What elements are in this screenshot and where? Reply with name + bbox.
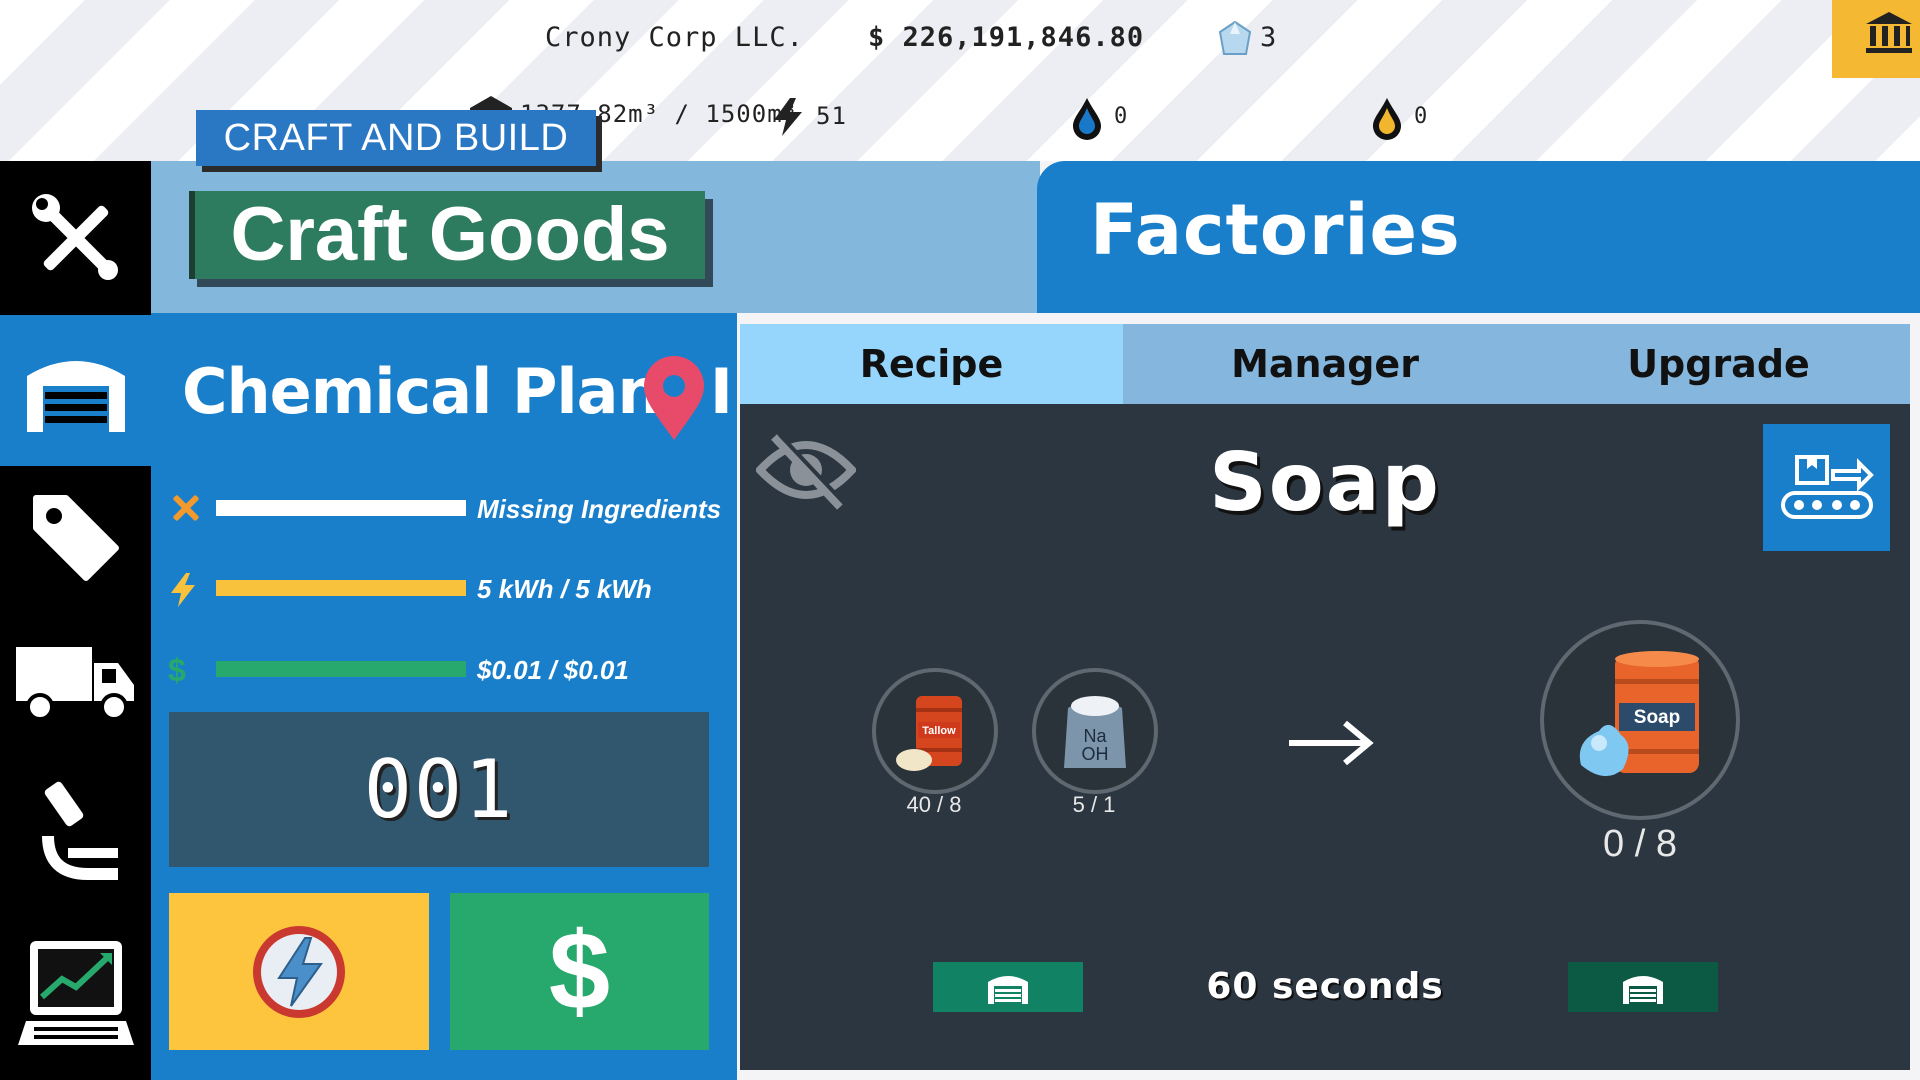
output-warehouse-button[interactable] [1568,962,1718,1012]
panel-title: Factories [1090,189,1461,271]
production-counter: 001 [363,743,515,836]
ingredient-slot[interactable]: Tallow [872,668,998,794]
energy-icon [770,96,806,142]
crafting-status-icon [168,490,204,534]
money-balance: $ 226,191,846.80 [868,22,1145,53]
bank-icon [1866,12,1912,53]
power-label: 5 kWh / 5 kWh [477,574,652,604]
power-icon [168,572,198,616]
output-name: Soap [1634,707,1680,728]
tallow-barrel-icon: Tallow [896,696,962,771]
output-slot[interactable]: Soap [1540,620,1740,820]
svg-text:Na: Na [1083,726,1107,746]
microscope-icon [41,781,118,880]
stopwatch-lightning-icon [253,925,345,1018]
ingredient-name: Tallow [922,725,956,737]
gem-icon [1218,20,1252,62]
cost-icon: $ [168,652,186,688]
crafting-status-bar [216,500,466,516]
company-name: Crony Corp LLC. [545,22,804,53]
product-name: Soap [1209,436,1441,529]
price-tag-icon [32,495,119,581]
bar-fill [216,580,466,596]
nav-craft[interactable] [0,161,151,315]
tab-recipe[interactable]: Recipe [740,324,1123,404]
warehouse-icon [1623,976,1663,1004]
location-pin-icon[interactable] [640,356,708,446]
hide-button[interactable] [754,425,858,515]
cost-bar [216,661,466,677]
water-count: 0 [1114,104,1129,129]
oil-drop-icon [1370,96,1404,144]
nav-factories[interactable] [0,315,151,466]
ingredient-slot[interactable]: Na OH [1032,668,1158,794]
bar-fill [216,661,466,677]
eye-slash-icon [754,433,858,510]
truck-icon [15,647,134,721]
energy-count: 51 [816,102,847,130]
power-bar [216,580,466,596]
cost-label: $0.01 / $0.01 [477,655,629,685]
nav-market[interactable] [0,466,151,606]
craft-duration: 60 seconds [1206,966,1444,1007]
conveyor-button[interactable] [1763,424,1890,551]
gem-count: 3 [1260,22,1278,53]
input-warehouse-button[interactable] [933,962,1083,1012]
water-drop-icon [1070,96,1104,144]
crafting-status-label: Missing Ingredients [477,494,722,524]
soap-barrel-icon: Soap [1579,651,1699,777]
sell-button[interactable]: $ [450,893,709,1050]
ingredient-count: 5 / 1 [1072,792,1116,817]
bank-button[interactable] [1832,0,1920,78]
bar-fill [216,500,466,516]
nav-logistics[interactable] [0,606,151,756]
side-nav [0,161,151,1080]
laptop-chart-icon [17,941,134,1045]
tools-icon [31,194,118,280]
tab-manager[interactable]: Manager [1123,324,1527,404]
oil-count: 0 [1414,104,1429,129]
craft-build-label: CRAFT AND BUILD [196,110,596,166]
boost-button[interactable] [169,893,429,1050]
warehouse-icon [26,360,125,432]
output-count: 0 / 8 [1603,823,1677,865]
naoh-sack-icon: Na OH [1064,696,1126,768]
nav-statistics[interactable] [0,906,151,1080]
conveyor-icon [1780,454,1874,519]
nav-research[interactable] [0,756,151,906]
arrow-icon [1285,713,1375,773]
warehouse-icon [988,976,1028,1004]
tab-upgrade[interactable]: Upgrade [1527,324,1910,404]
ingredient-count: 40 / 8 [906,792,962,817]
svg-text:OH: OH [1082,744,1109,764]
section-title: Craft Goods [189,191,705,279]
